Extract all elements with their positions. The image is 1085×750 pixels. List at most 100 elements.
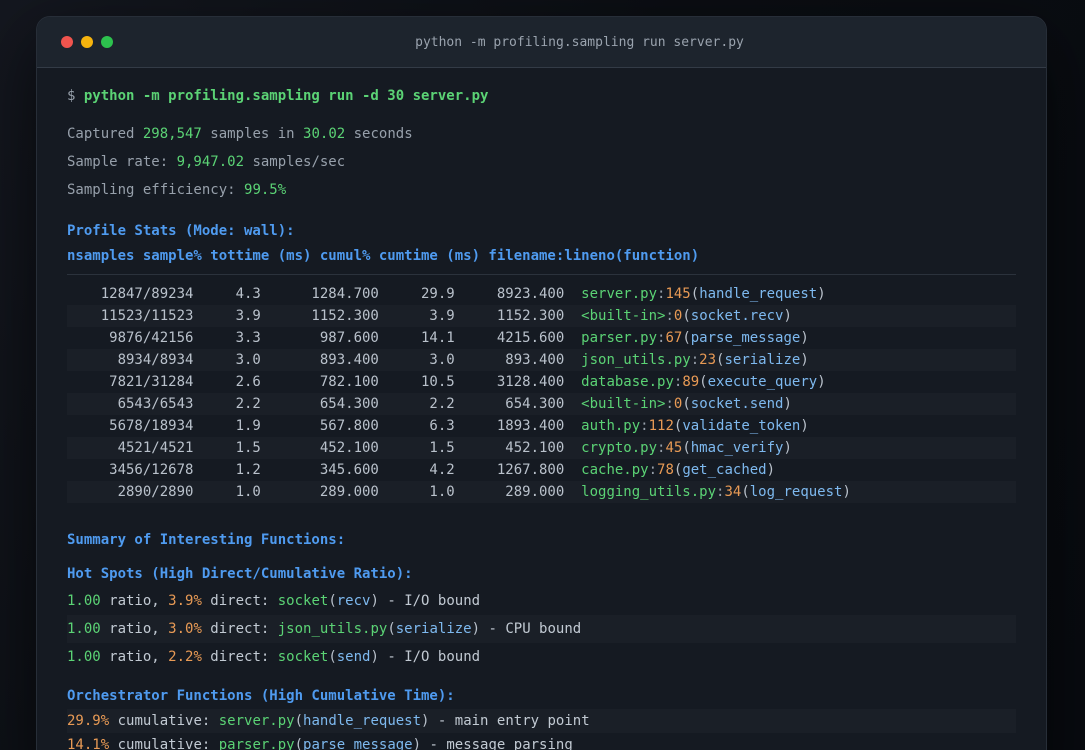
maximize-button[interactable] <box>101 36 113 48</box>
stats-lineno: 67 <box>665 330 683 346</box>
orchestrator-list: 29.9% cumulative: server.py(handle_reque… <box>67 709 1016 750</box>
hot-target: socket <box>277 649 329 665</box>
stats-row: 7821/31284 2.6 782.100 10.5 3128.400 dat… <box>67 374 826 390</box>
hot-function: serialize <box>395 621 472 637</box>
hot-spot-line: 1.00 ratio, 2.2% direct: socket(send) - … <box>67 649 481 665</box>
hot-percent: 3.0% <box>168 621 202 637</box>
stats-row: 9876/42156 3.3 987.600 14.1 4215.600 par… <box>67 330 809 346</box>
minimize-button[interactable] <box>81 36 93 48</box>
stats-filename: auth.py <box>581 418 641 434</box>
orch-percent: 29.9% <box>67 713 110 729</box>
stats-lineno: 145 <box>665 286 691 302</box>
hot-ratio: 1.00 <box>67 621 101 637</box>
stats-function: log_request <box>749 484 843 500</box>
stats-cells: 8934/8934 3.0 893.400 3.0 893.400 <box>67 352 582 368</box>
summary-heading: Summary of Interesting Functions: <box>67 532 346 548</box>
orch-percent: 14.1% <box>67 737 110 750</box>
stats-cells: 11523/11523 3.9 1152.300 3.9 1152.300 <box>67 308 582 324</box>
stats-filename: cache.py <box>581 462 649 478</box>
stats-filename: database.py <box>581 374 674 390</box>
stats-function: get_cached <box>682 462 767 478</box>
orch-function: parse_message <box>303 737 413 750</box>
hot-ratio: 1.00 <box>67 649 101 665</box>
captured-line: Captured 298,547 samples in 30.02 second… <box>67 126 413 142</box>
hot-percent: 2.2% <box>168 649 202 665</box>
stats-lineno: 112 <box>648 418 674 434</box>
stats-function: handle_request <box>699 286 818 302</box>
command-line: $ python -m profiling.sampling run -d 30… <box>67 82 1016 110</box>
samples-count: 298,547 <box>142 126 202 142</box>
stats-filename: <built-in> <box>581 396 666 412</box>
titlebar[interactable]: python -m profiling.sampling run server.… <box>37 17 1046 68</box>
stats-function: validate_token <box>682 418 801 434</box>
stats-cells: 12847/89234 4.3 1284.700 29.9 8923.400 <box>67 286 582 302</box>
sample-rate-line: Sample rate: 9,947.02 samples/sec <box>67 154 346 170</box>
orchestrator-line: 14.1% cumulative: parser.py(parse_messag… <box>67 733 1016 750</box>
stats-function: execute_query <box>707 374 818 390</box>
stats-filename: <built-in> <box>581 308 666 324</box>
shell-prompt: $ <box>67 88 84 104</box>
stats-cells: 4521/4521 1.5 452.100 1.5 452.100 <box>67 440 582 456</box>
stats-lineno: 89 <box>682 374 700 390</box>
orch-filename: server.py <box>218 713 295 729</box>
terminal-output: $ python -m profiling.sampling run -d 30… <box>37 68 1046 750</box>
stats-row: 5678/18934 1.9 567.800 6.3 1893.400 auth… <box>67 418 809 434</box>
capture-duration: 30.02 <box>303 126 346 142</box>
stats-row: 6543/6543 2.2 654.300 2.2 654.300 <built… <box>67 393 1016 415</box>
hot-spots-list: 1.00 ratio, 3.9% direct: socket(recv) - … <box>67 587 1016 671</box>
hot-ratio: 1.00 <box>67 593 101 609</box>
window-title: python -m profiling.sampling run server.… <box>415 34 744 50</box>
stats-columns-header: nsamples sample% tottime (ms) cumul% cum… <box>67 248 700 264</box>
orch-note: - message parsing <box>421 737 573 750</box>
orchestrator-line: 29.9% cumulative: server.py(handle_reque… <box>67 709 1016 733</box>
hot-note: - I/O bound <box>378 649 481 665</box>
stats-filename: server.py <box>581 286 658 302</box>
hot-target: socket <box>277 593 329 609</box>
stats-lineno: 34 <box>724 484 742 500</box>
terminal-window: python -m profiling.sampling run server.… <box>36 16 1047 750</box>
efficiency-line: Sampling efficiency: 99.5% <box>67 182 287 198</box>
profile-stats-heading: Profile Stats (Mode: wall): <box>67 223 295 239</box>
stats-function: serialize <box>724 352 801 368</box>
hot-spots-heading: Hot Spots (High Direct/Cumulative Ratio)… <box>67 566 413 582</box>
stats-function: socket.send <box>690 396 784 412</box>
orch-note: - main entry point <box>429 713 590 729</box>
stats-row: 2890/2890 1.0 289.000 1.0 289.000 loggin… <box>67 481 1016 503</box>
hot-target: json_utils.py <box>277 621 388 637</box>
stats-table-rows: 12847/89234 4.3 1284.700 29.9 8923.400 s… <box>67 283 1016 503</box>
desktop-background: python -m profiling.sampling run server.… <box>0 0 1085 750</box>
stats-row: 11523/11523 3.9 1152.300 3.9 1152.300 <b… <box>67 305 1016 327</box>
hot-function: send <box>336 649 371 665</box>
stats-function: socket.recv <box>690 308 784 324</box>
stats-cells: 6543/6543 2.2 654.300 2.2 654.300 <box>67 396 582 412</box>
table-divider <box>67 274 1016 275</box>
orch-function: handle_request <box>303 713 422 729</box>
stats-filename: parser.py <box>581 330 658 346</box>
stats-lineno: 45 <box>665 440 683 456</box>
orchestrator-heading: Orchestrator Functions (High Cumulative … <box>67 688 455 704</box>
stats-cells: 7821/31284 2.6 782.100 10.5 3128.400 <box>67 374 582 390</box>
hot-note: - I/O bound <box>378 593 481 609</box>
stats-cells: 9876/42156 3.3 987.600 14.1 4215.600 <box>67 330 582 346</box>
stats-filename: json_utils.py <box>581 352 691 368</box>
close-button[interactable] <box>61 36 73 48</box>
command-text: python -m profiling.sampling run -d 30 s… <box>83 88 489 104</box>
stats-row: 8934/8934 3.0 893.400 3.0 893.400 json_u… <box>67 349 1016 371</box>
window-controls <box>37 36 137 48</box>
stats-row: 4521/4521 1.5 452.100 1.5 452.100 crypto… <box>67 437 1016 459</box>
stats-function: parse_message <box>690 330 801 346</box>
stats-lineno: 23 <box>699 352 717 368</box>
hot-function: recv <box>336 593 371 609</box>
hot-percent: 3.9% <box>168 593 202 609</box>
hot-spot-line: 1.00 ratio, 3.9% direct: socket(recv) - … <box>67 593 481 609</box>
stats-function: hmac_verify <box>690 440 784 456</box>
stats-filename: crypto.py <box>581 440 658 456</box>
stats-cells: 3456/12678 1.2 345.600 4.2 1267.800 <box>67 462 582 478</box>
stats-filename: logging_utils.py <box>581 484 717 500</box>
stats-cells: 2890/2890 1.0 289.000 1.0 289.000 <box>67 484 582 500</box>
orch-filename: parser.py <box>218 737 295 750</box>
stats-row: 3456/12678 1.2 345.600 4.2 1267.800 cach… <box>67 462 776 478</box>
sample-rate-value: 9,947.02 <box>176 154 245 170</box>
stats-row: 12847/89234 4.3 1284.700 29.9 8923.400 s… <box>67 286 826 302</box>
efficiency-value: 99.5% <box>244 182 287 198</box>
